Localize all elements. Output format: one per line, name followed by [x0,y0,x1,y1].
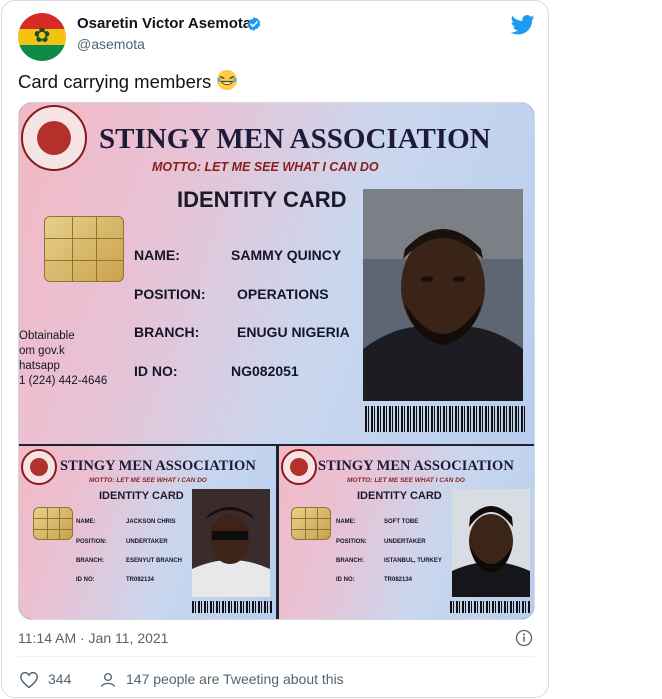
barcode [365,406,525,432]
field-value-position: UNDERTAKER [384,539,426,545]
field-value-branch: ESENYUT BRANCH [126,558,183,564]
id-card-small-1: STINGY MEN ASSOCIATION MOTTO: LET ME SEE… [19,446,276,619]
side-text-4: 1 (224) 442-4646 [19,375,108,387]
field-label-branch: BRANCH: [336,558,364,564]
field-label-position: POSITION: [336,539,367,545]
association-name: STINGY MEN ASSOCIATION [99,123,491,155]
card-title: IDENTITY CARD [99,490,184,502]
field-value-position: OPERATIONS [237,286,329,302]
field-label-branch: BRANCH: [76,558,104,564]
member-photo [363,189,523,401]
association-motto: MOTTO: LET ME SEE WHAT I CAN DO [152,160,379,174]
field-value-branch: ENUGU NIGERIA [237,324,350,340]
field-label-name: NAME: [76,519,96,525]
leaf-icon: ✿ [33,25,51,47]
field-label-id: ID NO: [134,363,178,379]
card-title: IDENTITY CARD [177,187,347,212]
field-value-name: SOFT TOBE [384,519,419,525]
author-handle[interactable]: @asemota [77,36,145,52]
tweet-timestamp[interactable]: 11:14 AM · Jan 11, 2021 [18,630,168,646]
association-seal-icon [281,449,317,485]
card-title: IDENTITY CARD [357,490,442,502]
barcode [450,601,530,613]
sim-chip-icon [291,507,331,540]
field-label-name: NAME: [336,519,356,525]
like-count[interactable]: 344 [48,671,71,687]
tweet-text: Card carrying members [18,69,238,93]
person-icon[interactable] [99,671,117,689]
field-value-branch: ISTANBUL, TURKEY [384,558,442,564]
twitter-bird-icon[interactable] [511,15,535,35]
field-label-id: ID NO: [76,577,95,583]
info-icon[interactable] [515,629,533,647]
field-label-id: ID NO: [336,577,355,583]
discussion-link[interactable]: 147 people are Tweeting about this [126,671,344,687]
member-photo [192,489,270,597]
association-seal-icon [21,105,87,171]
heart-icon[interactable] [19,671,39,689]
side-text-3: hatsapp [19,360,60,372]
association-seal-icon [21,449,57,485]
field-label-name: NAME: [134,247,180,263]
flag-green-stripe [18,45,66,61]
fist-icon [37,121,71,155]
verified-badge-icon [247,17,261,31]
tweet-text-body: Card carrying members [18,71,212,92]
field-value-id: NG082051 [231,363,299,379]
field-value-position: UNDERTAKER [126,539,168,545]
id-card-small-2: STINGY MEN ASSOCIATION MOTTO: LET ME SEE… [279,446,534,619]
field-label-branch: BRANCH: [134,324,200,340]
association-motto: MOTTO: LET ME SEE WHAT I CAN DO [89,477,207,484]
field-value-name: JACKSON CHRIS [126,519,176,525]
fist-icon [290,458,308,476]
field-value-id: TR082134 [384,577,413,583]
association-motto: MOTTO: LET ME SEE WHAT I CAN DO [347,477,465,484]
tweet-card: ✿ Osaretin Victor Asemota @asemota Card … [1,0,549,698]
sim-chip-icon [44,216,124,282]
field-label-position: POSITION: [76,539,107,545]
member-photo [452,489,530,597]
association-name: STINGY MEN ASSOCIATION [318,458,514,474]
field-value-id: TR082134 [126,577,155,583]
divider [18,656,535,657]
association-name: STINGY MEN ASSOCIATION [60,458,256,474]
side-text-2: om gov.k [19,345,65,357]
field-label-position: POSITION: [134,286,206,302]
laughing-emoji-icon [217,69,238,91]
side-text-1: Obtainable [19,330,75,342]
barcode [192,601,272,613]
field-value-name: SAMMY QUINCY [231,247,342,263]
author-name[interactable]: Osaretin Victor Asemota [77,15,251,32]
avatar[interactable]: ✿ [18,13,66,61]
media-image[interactable]: STINGY MEN ASSOCIATION MOTTO: LET ME SEE… [18,102,535,620]
sim-chip-icon [33,507,73,540]
id-card-large: STINGY MEN ASSOCIATION MOTTO: LET ME SEE… [19,103,534,444]
fist-icon [30,458,48,476]
